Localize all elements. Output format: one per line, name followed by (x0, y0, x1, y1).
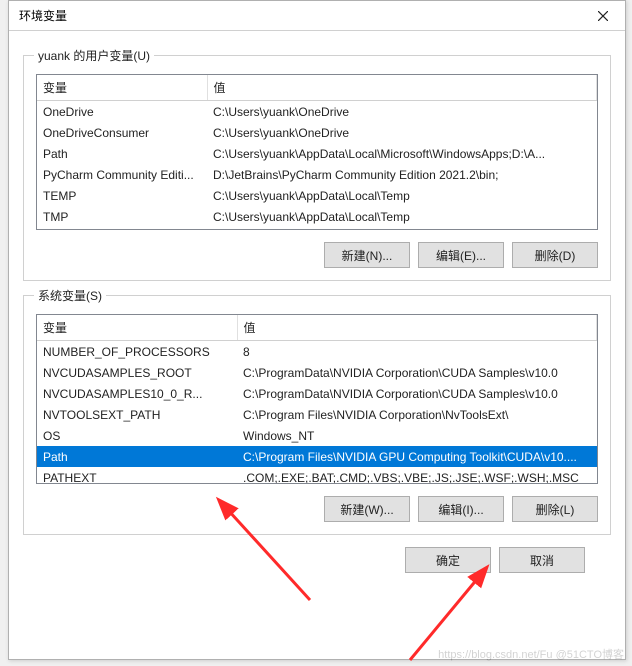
cell-value: C:\Users\yuank\AppData\Local\Temp (207, 185, 597, 206)
cell-value: C:\ProgramData\NVIDIA Corporation\CUDA S… (237, 383, 597, 404)
table-row[interactable]: PathC:\Program Files\NVIDIA GPU Computin… (37, 446, 597, 467)
cell-variable: OneDriveConsumer (37, 122, 207, 143)
user-edit-button[interactable]: 编辑(E)... (418, 242, 504, 268)
user-vars-group: yuank 的用户变量(U) 变量 值 OneDriveC:\Users\yua… (23, 55, 611, 281)
sys-vars-group: 系统变量(S) 变量 值 NUMBER_OF_PROCESSORS8NVCUDA… (23, 295, 611, 535)
table-row[interactable]: NVCUDASAMPLES_ROOTC:\ProgramData\NVIDIA … (37, 362, 597, 383)
table-row[interactable]: PATHEXT.COM;.EXE;.BAT;.CMD;.VBS;.VBE;.JS… (37, 467, 597, 484)
col-value[interactable]: 值 (237, 315, 597, 341)
table-row[interactable]: PathC:\Users\yuank\AppData\Local\Microso… (37, 143, 597, 164)
cell-variable: NUMBER_OF_PROCESSORS (37, 341, 237, 363)
cell-value: C:\Program Files\NVIDIA Corporation\NvTo… (237, 404, 597, 425)
table-row[interactable]: OneDriveC:\Users\yuank\OneDrive (37, 101, 597, 123)
cell-variable: NVCUDASAMPLES_ROOT (37, 362, 237, 383)
cell-variable: TEMP (37, 185, 207, 206)
user-vars-list[interactable]: 变量 值 OneDriveC:\Users\yuank\OneDriveOneD… (36, 74, 598, 230)
cell-variable: Path (37, 143, 207, 164)
titlebar[interactable]: 环境变量 (9, 1, 625, 31)
cell-variable: Path (37, 446, 237, 467)
table-row[interactable]: TEMPC:\Users\yuank\AppData\Local\Temp (37, 185, 597, 206)
close-button[interactable] (581, 1, 625, 31)
cell-variable: NVTOOLSEXT_PATH (37, 404, 237, 425)
sys-new-button[interactable]: 新建(W)... (324, 496, 410, 522)
table-row[interactable]: TMPC:\Users\yuank\AppData\Local\Temp (37, 206, 597, 227)
sys-vars-list[interactable]: 变量 值 NUMBER_OF_PROCESSORS8NVCUDASAMPLES_… (36, 314, 598, 484)
cell-value: C:\Users\yuank\AppData\Local\Temp (207, 206, 597, 227)
env-vars-dialog: 环境变量 yuank 的用户变量(U) 变量 值 OneDriveC:\User… (8, 0, 626, 660)
window-title: 环境变量 (19, 7, 67, 24)
col-variable[interactable]: 变量 (37, 315, 237, 341)
ok-button[interactable]: 确定 (405, 547, 491, 573)
close-icon (598, 11, 608, 21)
table-row[interactable]: OneDriveConsumerC:\Users\yuank\OneDrive (37, 122, 597, 143)
sys-delete-button[interactable]: 删除(L) (512, 496, 598, 522)
cell-value: 8 (237, 341, 597, 363)
cell-value: C:\Users\yuank\AppData\Local\Microsoft\W… (207, 143, 597, 164)
cell-variable: OS (37, 425, 237, 446)
table-row[interactable]: PyCharm Community Editi...D:\JetBrains\P… (37, 164, 597, 185)
cell-variable: OneDrive (37, 101, 207, 123)
table-row[interactable]: OSWindows_NT (37, 425, 597, 446)
sys-vars-label: 系统变量(S) (34, 287, 106, 304)
cell-value: C:\Users\yuank\OneDrive (207, 122, 597, 143)
user-delete-button[interactable]: 删除(D) (512, 242, 598, 268)
table-row[interactable]: NVTOOLSEXT_PATHC:\Program Files\NVIDIA C… (37, 404, 597, 425)
cell-variable: PyCharm Community Editi... (37, 164, 207, 185)
cell-value: D:\JetBrains\PyCharm Community Edition 2… (207, 164, 597, 185)
user-vars-label: yuank 的用户变量(U) (34, 47, 154, 64)
user-new-button[interactable]: 新建(N)... (324, 242, 410, 268)
cancel-button[interactable]: 取消 (499, 547, 585, 573)
watermark: https://blog.csdn.net/Fu @51CTO博客 (438, 646, 624, 662)
cell-value: C:\Users\yuank\OneDrive (207, 101, 597, 123)
table-row[interactable]: NUMBER_OF_PROCESSORS8 (37, 341, 597, 363)
col-variable[interactable]: 变量 (37, 75, 207, 101)
cell-value: C:\ProgramData\NVIDIA Corporation\CUDA S… (237, 362, 597, 383)
cell-value: .COM;.EXE;.BAT;.CMD;.VBS;.VBE;.JS;.JSE;.… (237, 467, 597, 484)
table-row[interactable]: NVCUDASAMPLES10_0_R...C:\ProgramData\NVI… (37, 383, 597, 404)
cell-value: Windows_NT (237, 425, 597, 446)
cell-variable: NVCUDASAMPLES10_0_R... (37, 383, 237, 404)
cell-variable: TMP (37, 206, 207, 227)
cell-value: C:\Program Files\NVIDIA GPU Computing To… (237, 446, 597, 467)
cell-variable: PATHEXT (37, 467, 237, 484)
sys-edit-button[interactable]: 编辑(I)... (418, 496, 504, 522)
col-value[interactable]: 值 (207, 75, 597, 101)
